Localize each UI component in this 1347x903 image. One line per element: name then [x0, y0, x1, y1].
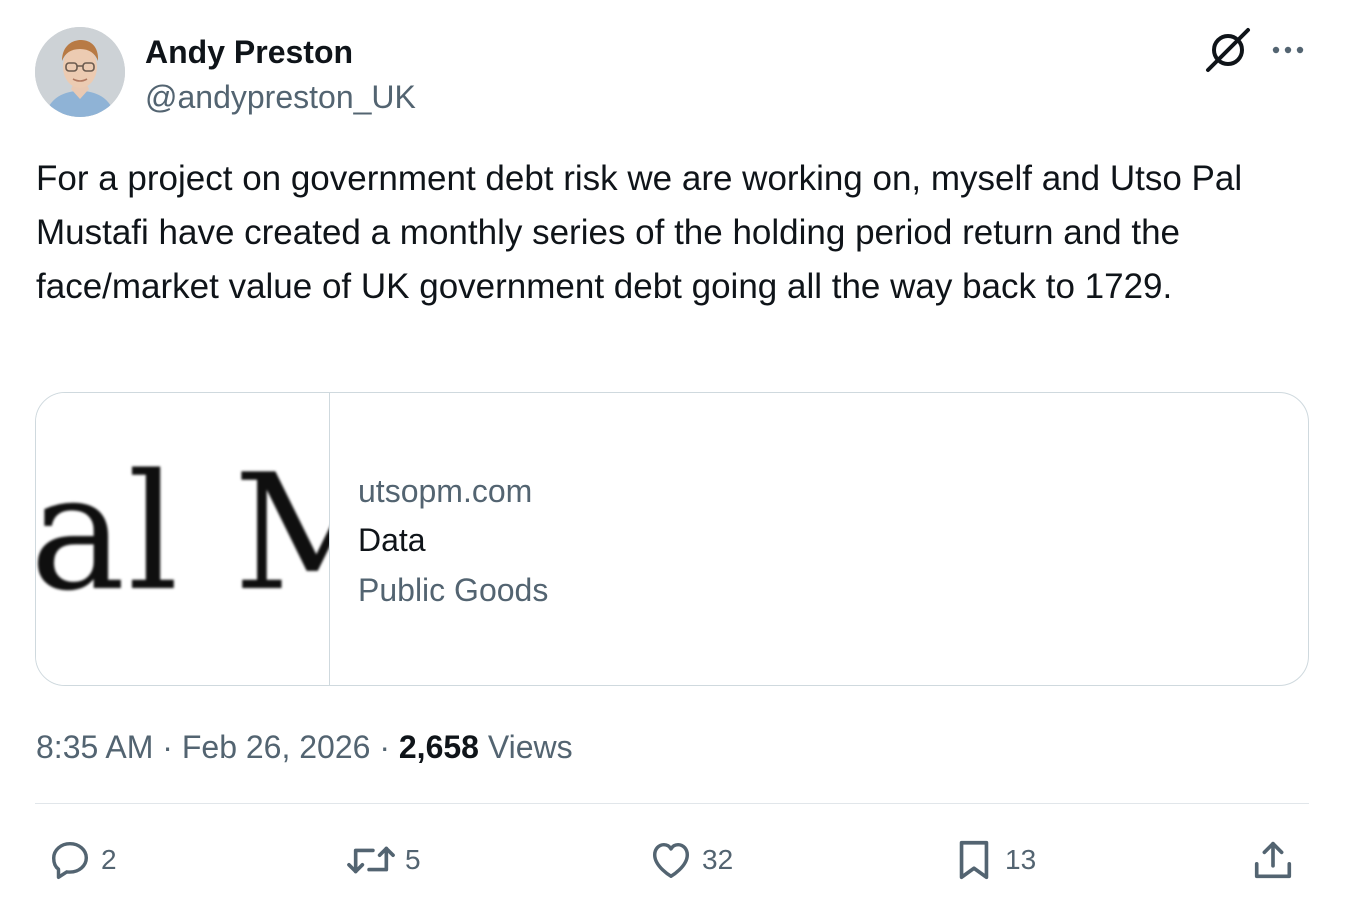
- card-thumbnail-text: al M: [36, 439, 329, 626]
- repost-count: 5: [405, 844, 421, 875]
- bookmark-icon: [959, 840, 989, 880]
- share-icon: [1254, 841, 1292, 879]
- like-button[interactable]: 32: [648, 836, 733, 884]
- views-count: 2,658: [398, 729, 479, 765]
- share-button[interactable]: [1250, 836, 1296, 884]
- bookmark-button[interactable]: 13: [951, 836, 1036, 884]
- card-title: Data: [358, 522, 426, 558]
- repost-icon: [347, 846, 395, 874]
- tweet-date[interactable]: Feb 26, 2026: [182, 729, 371, 765]
- heart-icon: [652, 842, 690, 879]
- reply-count: 2: [101, 844, 117, 875]
- link-card[interactable]: al M utsopm.com Data Public Goods: [35, 392, 1309, 686]
- avatar[interactable]: [35, 27, 125, 117]
- bookmark-count: 13: [1005, 844, 1037, 875]
- views-label: Views: [478, 729, 573, 765]
- tweet-meta: 8:35 AM · Feb 26, 2026 · 2,658 Views: [36, 727, 573, 767]
- display-name[interactable]: Andy Preston: [145, 32, 353, 72]
- grok-icon[interactable]: [1204, 26, 1252, 74]
- card-domain: utsopm.com: [358, 473, 533, 509]
- card-description: Public Goods: [358, 572, 549, 608]
- avatar-photo: [35, 27, 125, 117]
- reply-icon: [51, 841, 89, 879]
- more-icon[interactable]: [1268, 30, 1308, 70]
- reply-button[interactable]: 2: [47, 836, 117, 884]
- like-count: 32: [702, 844, 734, 875]
- repost-button[interactable]: 5: [345, 836, 421, 884]
- tweet-time[interactable]: 8:35 AM: [36, 729, 153, 765]
- divider: [35, 803, 1309, 804]
- meta-separator: ·: [153, 729, 182, 765]
- handle[interactable]: @andypreston_UK: [145, 77, 416, 117]
- tweet-text: For a project on government debt risk we…: [36, 159, 1243, 306]
- card-thumbnail[interactable]: al M: [36, 393, 330, 685]
- meta-separator: ·: [370, 729, 399, 765]
